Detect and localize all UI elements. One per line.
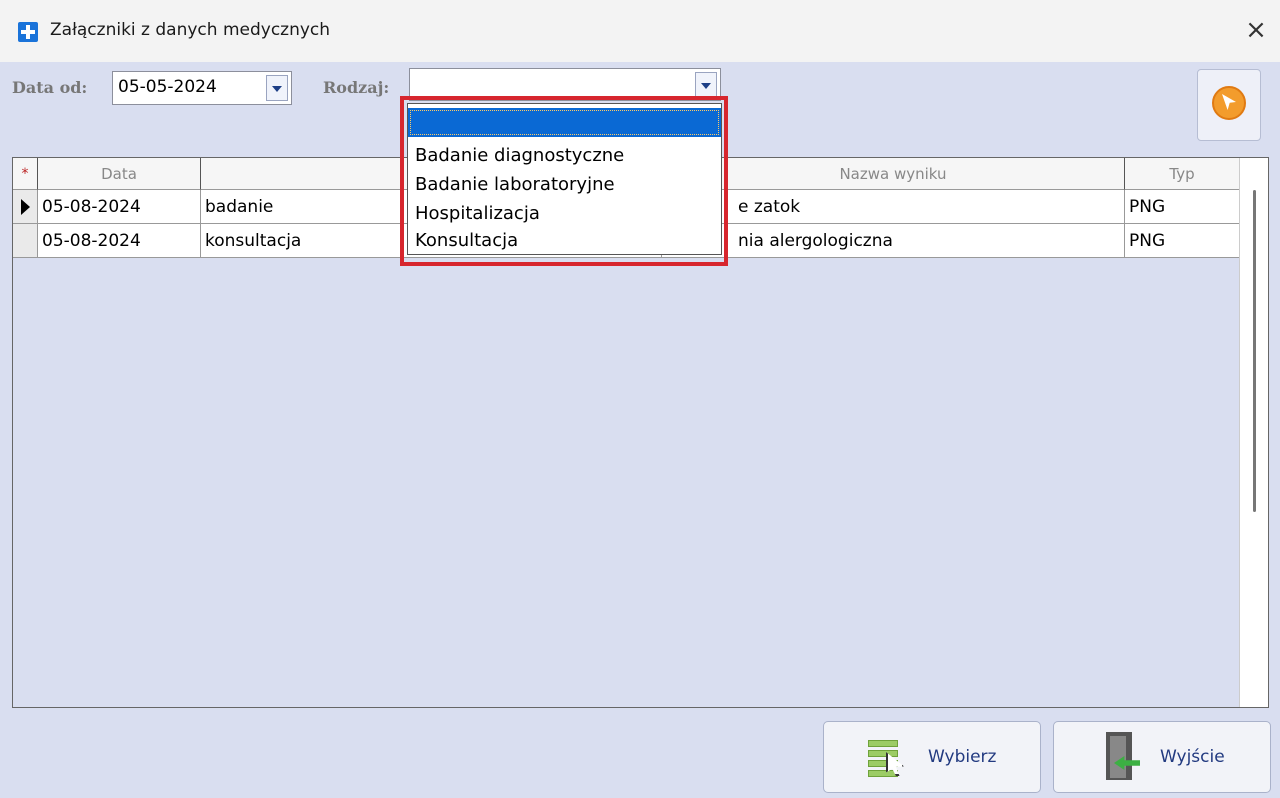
date-from-label: Data od:	[12, 78, 88, 97]
select-button-label: Wybierz	[928, 747, 997, 767]
window-title: Załączniki z danych medycznych	[50, 20, 331, 40]
column-header-data[interactable]: Data	[38, 158, 201, 190]
cell-data[interactable]: 05-08-2024	[38, 190, 201, 224]
chevron-down-icon	[701, 83, 711, 89]
type-dropdown-button[interactable]	[695, 72, 717, 98]
date-from-value: 05-05-2024	[118, 77, 217, 97]
chevron-down-icon	[272, 86, 282, 92]
annotation-highlight-box	[400, 96, 728, 266]
cursor-arrow-icon	[1212, 86, 1246, 120]
title-bar: Załączniki z danych medycznych ×	[0, 0, 1280, 62]
column-header-nazwa-wyniku[interactable]: Nazwa wyniku	[662, 158, 1125, 190]
cell-typ[interactable]: PNG	[1125, 190, 1240, 224]
exit-door-icon	[1102, 732, 1142, 782]
scrollbar-thumb[interactable]	[1253, 190, 1256, 512]
select-button[interactable]: Wybierz	[823, 721, 1041, 793]
row-indicator	[13, 224, 38, 258]
exit-button[interactable]: Wyjście	[1053, 721, 1271, 793]
date-from-picker[interactable]: 05-05-2024	[112, 71, 292, 105]
new-row-marker: *	[13, 158, 38, 190]
select-list-icon	[868, 740, 904, 777]
cell-data[interactable]: 05-08-2024	[38, 224, 201, 258]
medical-plus-icon	[18, 22, 38, 42]
date-dropdown-button[interactable]	[266, 75, 288, 101]
cell-typ[interactable]: PNG	[1125, 224, 1240, 258]
column-header-typ[interactable]: Typ	[1125, 158, 1240, 190]
close-button[interactable]: ×	[1240, 14, 1272, 46]
row-indicator	[13, 190, 38, 224]
vertical-scrollbar[interactable]	[1239, 158, 1268, 707]
exit-button-label: Wyjście	[1160, 747, 1225, 767]
current-row-icon	[21, 199, 30, 215]
cell-nazwa-wyniku[interactable]: nia alergologiczna	[662, 224, 1125, 258]
cell-nazwa-wyniku[interactable]: e zatok	[662, 190, 1125, 224]
type-label: Rodzaj:	[323, 78, 390, 97]
navigate-button[interactable]	[1197, 69, 1261, 141]
